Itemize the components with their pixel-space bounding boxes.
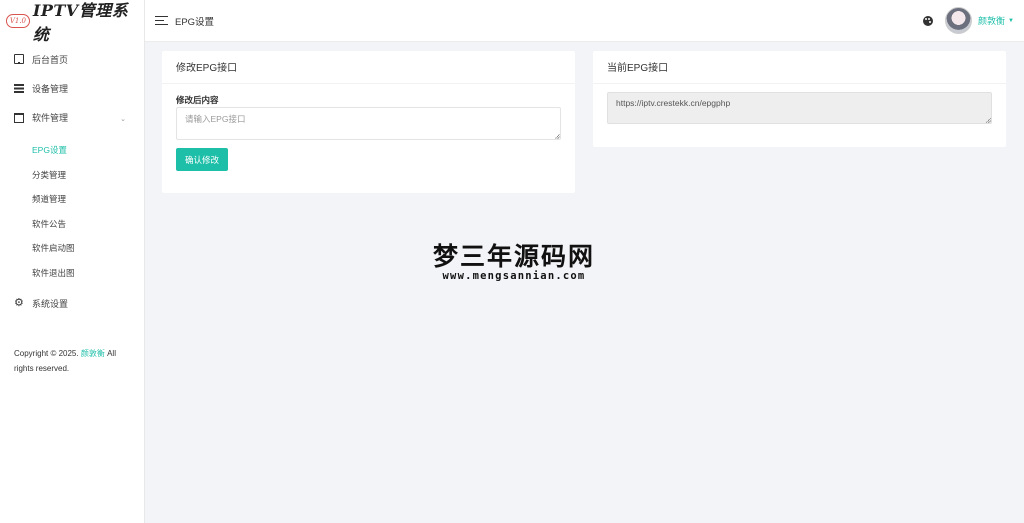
card-title: 修改EPG接口	[162, 51, 575, 84]
username-menu[interactable]: 颜敦衡	[978, 14, 1005, 27]
resize-handle-icon[interactable]	[555, 134, 560, 139]
confirm-button[interactable]: 确认修改	[176, 148, 228, 171]
copyright-author-link[interactable]: 颜敦衡	[81, 349, 105, 358]
app-logo[interactable]: V1.0 IPTV管理系统	[0, 0, 144, 44]
sidebar-item-software[interactable]: 软件管理 ⌄	[0, 103, 144, 132]
software-submenu: EPG设置 分类管理 频道管理 软件公告 软件启动图 软件退出图	[0, 132, 144, 286]
avatar[interactable]	[945, 7, 973, 34]
palette-icon[interactable]	[923, 15, 934, 26]
sidebar-item-home[interactable]: 后台首页	[0, 45, 144, 74]
database-icon	[14, 83, 24, 94]
version-badge: V1.0	[6, 14, 30, 28]
epg-input[interactable]: 请输入EPG接口	[176, 107, 561, 140]
current-epg-card: 当前EPG接口 https://iptv.crestekk.cn/epgphp	[593, 51, 1006, 147]
sidebar-item-devices[interactable]: 设备管理	[0, 74, 144, 103]
sidebar-item-label: 软件管理	[32, 113, 69, 123]
sidebar-subitem-exit-image[interactable]: 软件退出图	[0, 261, 144, 286]
sidebar: V1.0 IPTV管理系统 后台首页 设备管理 软件管理 ⌄ EPG设置 分类管…	[0, 0, 145, 523]
watermark-url: www.mengsannian.com	[442, 270, 586, 282]
sidebar-item-label: 系统设置	[32, 298, 69, 309]
top-header: EPG设置 颜敦衡 ▼	[145, 0, 1024, 42]
sidebar-nav: 后台首页 设备管理 软件管理 ⌄	[0, 42, 144, 132]
copyright: Copyright © 2025. 颜敦衡 All rights reserve…	[14, 346, 134, 376]
copyright-prefix: Copyright © 2025.	[14, 349, 79, 358]
gear-icon: ⚙	[14, 297, 24, 310]
header-right: 颜敦衡 ▼	[923, 7, 1024, 34]
card-title: 当前EPG接口	[593, 51, 1006, 84]
current-epg-value[interactable]: https://iptv.crestekk.cn/epgphp	[607, 92, 992, 124]
page-title: EPG设置	[175, 16, 215, 28]
resize-handle-icon[interactable]	[986, 118, 991, 123]
menu-toggle-icon[interactable]	[155, 15, 168, 26]
sidebar-item-label: 设备管理	[32, 84, 69, 94]
sidebar-subitem-splash[interactable]: 软件启动图	[0, 236, 144, 261]
sidebar-item-label: 后台首页	[32, 55, 69, 65]
chevron-down-icon: ⌄	[120, 116, 126, 123]
caret-down-icon[interactable]: ▼	[1008, 18, 1014, 24]
edit-epg-card: 修改EPG接口 修改后内容 请输入EPG接口 确认修改	[162, 51, 575, 193]
sidebar-item-settings[interactable]: ⚙ 系统设置	[0, 289, 144, 318]
watermark: 梦三年源码网 www.mengsannian.com	[424, 242, 604, 283]
window-icon	[14, 112, 24, 123]
sidebar-subitem-channels[interactable]: 频道管理	[0, 187, 144, 212]
watermark-title: 梦三年源码网	[432, 242, 595, 271]
app-title: IPTV管理系统	[32, 1, 129, 44]
monitor-icon	[14, 53, 24, 64]
field-label: 修改后内容	[176, 95, 219, 105]
sidebar-subitem-announcement[interactable]: 软件公告	[0, 212, 144, 237]
sidebar-nav-bottom: ⚙ 系统设置	[0, 286, 144, 318]
sidebar-subitem-epg[interactable]: EPG设置	[0, 138, 144, 163]
sidebar-subitem-categories[interactable]: 分类管理	[0, 163, 144, 188]
